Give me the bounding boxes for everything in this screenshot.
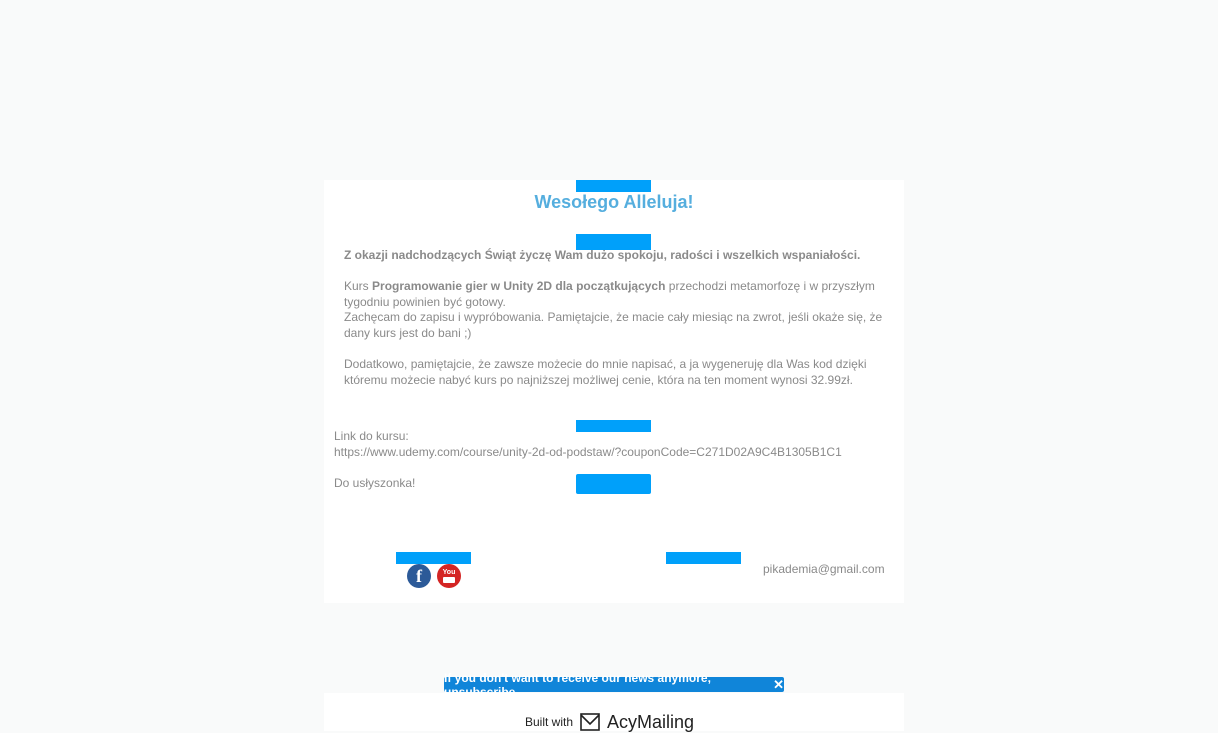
facebook-icon[interactable]: f: [407, 564, 431, 588]
youtube-play-shape: [443, 577, 455, 583]
image-placeholder-contact: [666, 552, 741, 564]
course-line1-rest: przechodzi metamorfozę i w przyszłym: [665, 279, 875, 293]
course-link[interactable]: https://www.udemy.com/course/unity-2d-od…: [334, 445, 842, 459]
image-placeholder-social: [396, 552, 471, 564]
close-icon[interactable]: ✕: [773, 677, 784, 693]
link-label: Link do kursu:: [334, 429, 409, 443]
acymailing-logo-icon: [580, 713, 600, 731]
greeting-text: Z okazji nadchodzących Świąt życzę Wam d…: [344, 248, 861, 262]
built-with-badge[interactable]: Built with AcyMailing: [525, 711, 694, 733]
coupon-line2: któremu możecie nabyć kurs po najniższej…: [344, 372, 853, 387]
course-paragraph: Kurs Programowanie gier w Unity 2D dla p…: [344, 279, 889, 341]
course-name: Programowanie gier w Unity 2D dla począt…: [372, 279, 666, 293]
button-placeholder[interactable]: [576, 474, 651, 494]
footer: Built with AcyMailing: [324, 693, 904, 733]
image-placeholder-top: [576, 180, 651, 192]
email-card: Wesołego Alleluja! Z okazji nadchodzącyc…: [324, 180, 904, 603]
unsubscribe-button[interactable]: If you don't want to receive our news an…: [444, 671, 784, 699]
youtube-icon[interactable]: You: [437, 564, 461, 588]
signoff-text: Do usłyszonka!: [334, 476, 416, 490]
coupon-line1: Dodatkowo, pamiętajcie, że zawsze możeci…: [344, 357, 867, 371]
built-with-label: Built with: [525, 715, 574, 729]
email-title: Wesołego Alleluja!: [534, 192, 694, 212]
refund-line1: Zachęcam do zapisu i wypróbowania. Pamię…: [344, 310, 883, 324]
link-block: Link do kursu: https://www.udemy.com/cou…: [334, 429, 894, 460]
refund-line2: dany kurs jest do bani ;): [344, 325, 472, 340]
brand-name: AcyMailing: [607, 711, 695, 732]
youtube-glyph: You: [442, 569, 456, 576]
facebook-glyph: f: [416, 565, 422, 586]
contact-email[interactable]: pikademia@gmail.com: [763, 562, 885, 578]
course-prefix: Kurs: [344, 279, 373, 293]
course-line2: tygodniu powinien być gotowy.: [344, 294, 506, 309]
coupon-paragraph: Dodatkowo, pamiętajcie, że zawsze możeci…: [344, 357, 889, 388]
